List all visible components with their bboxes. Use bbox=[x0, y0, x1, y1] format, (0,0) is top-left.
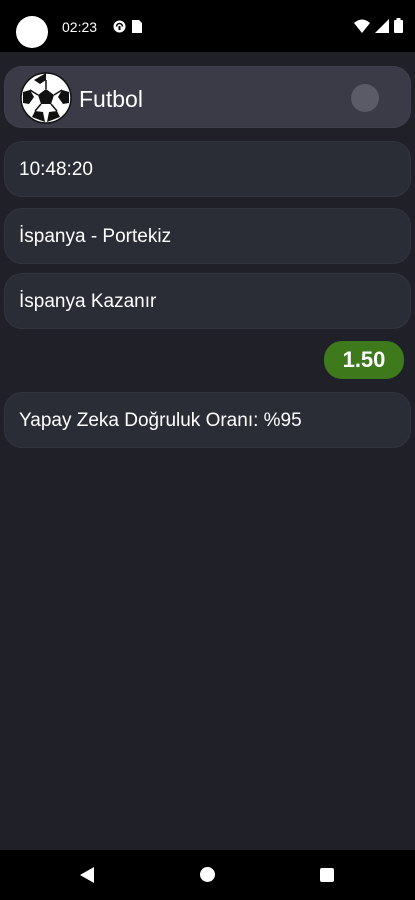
sync-icon bbox=[113, 20, 126, 33]
odds-badge: 1.50 bbox=[324, 341, 404, 379]
wifi-icon bbox=[354, 19, 370, 33]
prediction-row: İspanya Kazanır bbox=[4, 273, 411, 329]
recents-icon[interactable] bbox=[320, 868, 334, 882]
match-teams: İspanya - Portekiz bbox=[19, 226, 172, 247]
match-time: 10:48:20 bbox=[19, 159, 93, 180]
home-icon[interactable] bbox=[200, 867, 215, 882]
navigation-bar bbox=[0, 850, 415, 900]
soccer-ball-icon bbox=[20, 72, 72, 124]
signal-icon bbox=[375, 18, 389, 33]
avatar-icon bbox=[16, 16, 48, 48]
back-icon[interactable] bbox=[80, 867, 94, 883]
status-time: 02:23 bbox=[62, 19, 98, 35]
toggle-switch[interactable] bbox=[351, 84, 379, 112]
status-bar: 02:23 bbox=[0, 0, 415, 52]
match-time-row: 10:48:20 bbox=[4, 141, 411, 197]
accuracy-text: Yapay Zeka Doğruluk Oranı: %95 bbox=[19, 410, 302, 431]
match-teams-row: İspanya - Portekiz bbox=[4, 208, 411, 264]
sport-header[interactable]: Futbol bbox=[4, 66, 411, 128]
page-title: Futbol bbox=[79, 86, 143, 112]
prediction-text: İspanya Kazanır bbox=[19, 291, 157, 312]
sim-card-icon bbox=[132, 20, 142, 33]
accuracy-row: Yapay Zeka Doğruluk Oranı: %95 bbox=[4, 392, 411, 448]
battery-icon bbox=[394, 18, 403, 33]
